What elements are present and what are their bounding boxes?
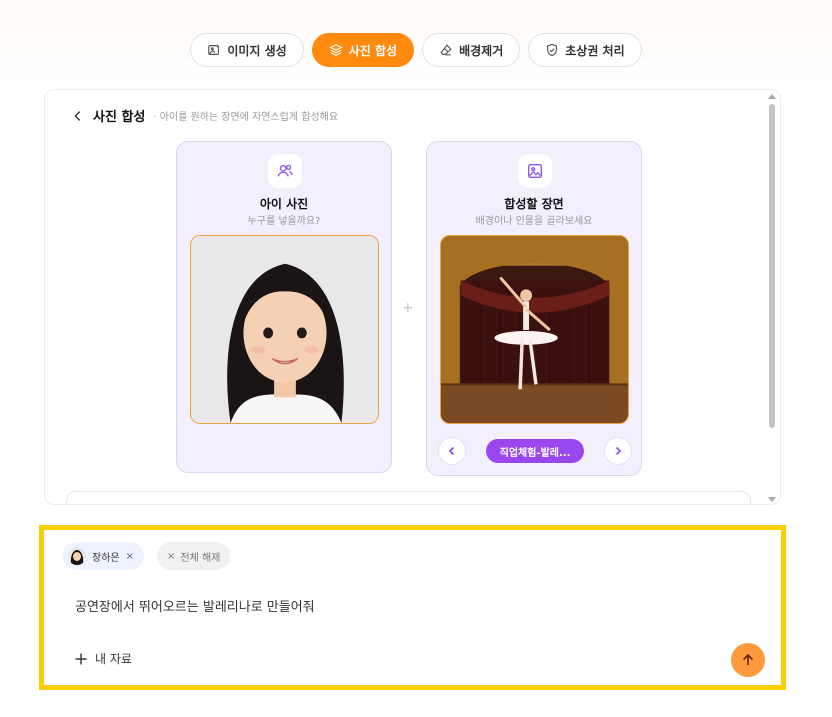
prompt-composer: 장하은 × × 전체 해제 공연장에서 뛰어오르는 발레리나로 만들어줘 내 자…: [39, 525, 786, 690]
plus-icon: [75, 653, 87, 664]
child-card-title: 아이 사진: [259, 197, 309, 211]
clear-all-button[interactable]: × 전체 해제: [157, 542, 231, 570]
user-chip-label: 장하은: [92, 552, 120, 564]
tab-label: 초상권 처리: [565, 43, 625, 58]
next-scene-button[interactable]: [604, 437, 632, 465]
users-icon: [268, 154, 302, 188]
scene-card: 합성할 장면 배경이나 인물을 골라보세요 직업체험-발레...: [426, 141, 642, 476]
eraser-icon: [440, 44, 452, 56]
composite-panel: 사진 합성 · 아이를 원하는 장면에 자연스럽게 합성해요 아이 사진 누구를…: [44, 89, 781, 505]
arrow-up-icon: [742, 653, 754, 665]
scroll-down-icon[interactable]: [768, 497, 776, 502]
panel-bottom-box: [66, 491, 751, 504]
layers-icon: [329, 44, 343, 56]
clear-all-label: 전체 해제: [180, 552, 221, 564]
child-photo[interactable]: [190, 235, 379, 424]
mode-tabs: 이미지 생성 사진 합성 배경제거 초상권 처리: [0, 33, 832, 67]
child-card-subtitle: 누구를 넣을까요?: [247, 216, 321, 227]
send-button[interactable]: [731, 643, 765, 677]
image-icon: [518, 154, 552, 188]
tab-label: 배경제거: [459, 43, 504, 58]
selected-scene-chip[interactable]: 직업체험-발레...: [485, 439, 585, 463]
close-icon[interactable]: ×: [126, 551, 134, 562]
back-arrow-icon[interactable]: [71, 109, 85, 123]
prev-scene-button[interactable]: [438, 437, 466, 465]
tab-photo-composite[interactable]: 사진 합성: [311, 33, 415, 67]
scene-card-subtitle: 배경이나 인물을 골라보세요: [475, 216, 593, 227]
plus-separator: +: [402, 300, 414, 316]
scene-nav: 직업체험-발레...: [438, 437, 632, 465]
my-data-label: 내 자료: [95, 652, 132, 666]
scene-card-title: 합성할 장면: [504, 197, 564, 211]
chevron-left-icon: [448, 446, 455, 456]
tab-background-remove[interactable]: 배경제거: [422, 33, 521, 67]
panel-subtitle: · 아이를 원하는 장면에 자연스럽게 합성해요: [153, 112, 339, 123]
prompt-input[interactable]: 공연장에서 뛰어오르는 발레리나로 만들어줘: [75, 596, 315, 615]
close-icon: ×: [167, 550, 176, 562]
panel-header: 사진 합성 · 아이를 원하는 장면에 자연스럽게 합성해요: [71, 106, 338, 125]
tab-portrait-rights[interactable]: 초상권 처리: [528, 33, 642, 67]
tab-label: 사진 합성: [348, 43, 398, 58]
tab-image-generate[interactable]: 이미지 생성: [190, 33, 304, 67]
scroll-thumb[interactable]: [769, 104, 775, 428]
child-photo-card: 아이 사진 누구를 넣을까요?: [176, 141, 392, 473]
user-chip[interactable]: 장하은 ×: [62, 542, 144, 570]
panel-title: 사진 합성: [93, 110, 146, 125]
chevron-right-icon: [615, 446, 622, 456]
shield-icon: [547, 43, 558, 57]
image-edit-icon: [208, 44, 220, 55]
scroll-up-icon[interactable]: [768, 94, 776, 99]
tab-label: 이미지 생성: [227, 43, 287, 58]
my-data-button[interactable]: 내 자료: [74, 650, 132, 667]
avatar: [68, 547, 86, 565]
panel-scrollbar[interactable]: [768, 94, 776, 502]
scene-photo[interactable]: [440, 235, 629, 424]
